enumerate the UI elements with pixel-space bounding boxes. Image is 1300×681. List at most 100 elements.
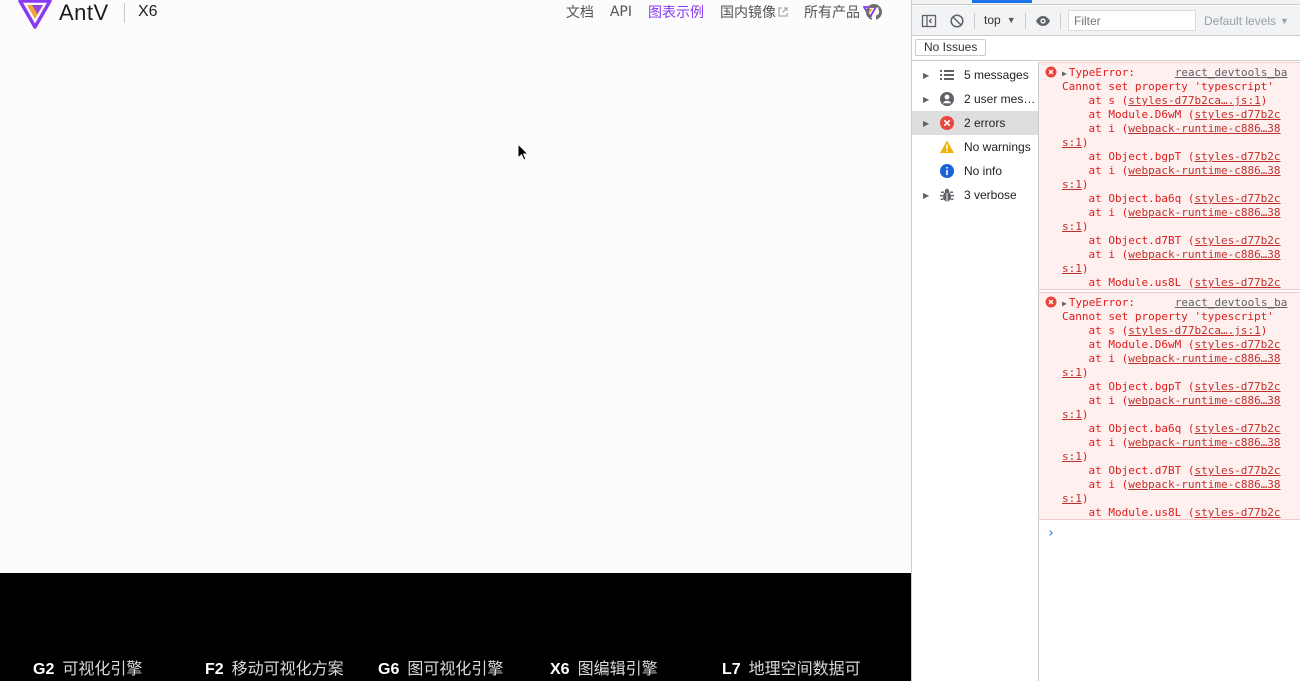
issues-bar: No Issues — [912, 36, 1300, 61]
sidebar-toggle-icon[interactable] — [921, 13, 937, 29]
log-levels-label: Default levels — [1204, 14, 1277, 28]
console-sidebar: ▶ 5 messages ▶ 2 user mes… ▶ 2 errors No… — [912, 62, 1039, 681]
stack-source-link[interactable]: styles-d77b2ca….js:1 — [1128, 324, 1260, 337]
active-tab-indicator — [972, 0, 1032, 3]
footer-label: 图可视化引擎 — [407, 659, 504, 678]
log-levels-dropdown[interactable]: Default levels ▼ — [1204, 14, 1289, 28]
brand-name[interactable]: AntV — [59, 0, 109, 26]
stack-source-link[interactable]: styles-d77b2c — [1194, 338, 1280, 351]
stack-source-link[interactable]: s:1 — [1062, 136, 1082, 149]
stack-trace-line: at i (webpack-runtime-c886…38 — [1062, 478, 1281, 491]
website-page: AntV X6 文档 API 图表示例 国内镜像 所有产品 G2 可视化引擎 F2… — [0, 0, 911, 681]
stack-source-link[interactable]: webpack-runtime-c886…38 — [1128, 164, 1280, 177]
error-message[interactable]: ▶ TypeError: react_devtools_ba Cannot set … — [1039, 292, 1300, 520]
external-link-icon — [778, 7, 788, 17]
error-source-link[interactable]: react_devtools_ba — [1175, 66, 1288, 79]
stack-source-link[interactable]: s:1 — [1062, 408, 1082, 421]
stack-source-link[interactable]: webpack-runtime-c886…38 — [1128, 122, 1280, 135]
nav-api-label: API — [609, 4, 632, 20]
stack-source-link[interactable]: styles-d77b2c — [1194, 192, 1280, 205]
stack-source-link[interactable]: s:1 — [1062, 366, 1082, 379]
sidebar-item-verbose[interactable]: ▶ 3 verbose — [912, 183, 1038, 207]
error-title-line[interactable]: ▶ TypeError: react_devtools_ba — [1062, 296, 1287, 310]
stack-source-link[interactable]: styles-d77b2c — [1194, 506, 1280, 519]
sidebar-item-label: 3 verbose — [964, 188, 1017, 202]
stack-source-link[interactable]: webpack-runtime-c886…38 — [1128, 478, 1280, 491]
sidebar-item-errors[interactable]: ▶ 2 errors — [912, 111, 1038, 135]
sidebar-item-warnings[interactable]: No warnings — [912, 135, 1038, 159]
issues-button[interactable]: No Issues — [915, 39, 987, 56]
stack-source-link[interactable]: s:1 — [1062, 262, 1082, 275]
stack-source-link[interactable]: s:1 — [1062, 178, 1082, 191]
expand-arrow-icon: ▶ — [923, 190, 930, 200]
mouse-cursor-icon — [517, 143, 529, 161]
stack-source-link[interactable]: styles-d77b2c — [1194, 150, 1280, 163]
footer-product-f2[interactable]: F2 移动可视化方案 — [205, 655, 344, 679]
github-icon[interactable] — [866, 4, 882, 20]
nav-mirror[interactable]: 国内镜像 — [720, 2, 788, 22]
user-icon — [940, 92, 954, 106]
stack-trace-line: s:1) — [1062, 220, 1089, 233]
stack-source-link[interactable]: s:1 — [1062, 492, 1082, 505]
eye-icon[interactable] — [1035, 13, 1051, 29]
stack-source-link[interactable]: webpack-runtime-c886…38 — [1128, 394, 1280, 407]
stack-source-link[interactable]: webpack-runtime-c886…38 — [1128, 248, 1280, 261]
clear-console-icon[interactable] — [949, 13, 965, 29]
stack-trace-line: at Module.us8L (styles-d77b2c — [1062, 506, 1281, 519]
stack-source-link[interactable]: styles-d77b2ca….js:1 — [1128, 94, 1260, 107]
toolbar-divider — [1060, 13, 1061, 29]
expand-arrow-icon[interactable]: ▶ — [1062, 297, 1067, 311]
stack-source-link[interactable]: styles-d77b2c — [1194, 380, 1280, 393]
stack-source-link[interactable]: s:1 — [1062, 450, 1082, 463]
context-selector[interactable]: top ▼ — [984, 13, 1016, 27]
footer-code: X6 — [550, 661, 570, 678]
sidebar-item-label: No info — [964, 164, 1003, 178]
bug-icon — [940, 188, 954, 202]
stack-trace-line: at i (webpack-runtime-c886…38 — [1062, 436, 1281, 449]
stack-trace-line: at Object.d7BT (styles-d77b2c — [1062, 464, 1281, 477]
caret-down-icon: ▼ — [1280, 16, 1289, 26]
stack-source-link[interactable]: webpack-runtime-c886…38 — [1128, 206, 1280, 219]
stack-source-link[interactable]: webpack-runtime-c886…38 — [1128, 436, 1280, 449]
stack-source-link[interactable]: styles-d77b2c — [1194, 422, 1280, 435]
footer-product-l7[interactable]: L7 地理空间数据可 — [722, 655, 861, 679]
stack-source-link[interactable]: styles-d77b2c — [1194, 464, 1280, 477]
sidebar-item-info[interactable]: No info — [912, 159, 1038, 183]
footer-product-x6[interactable]: X6 图编辑引擎 — [550, 655, 658, 679]
stack-source-link[interactable]: styles-d77b2c — [1194, 234, 1280, 247]
stack-source-link[interactable]: styles-d77b2c — [1194, 108, 1280, 121]
stack-trace-line: s:1) — [1062, 408, 1089, 421]
stack-source-link[interactable]: s:1 — [1062, 220, 1082, 233]
console-prompt[interactable]: › — [1047, 526, 1055, 541]
sidebar-item-user-messages[interactable]: ▶ 2 user mes… — [912, 87, 1038, 111]
toolbar-divider — [974, 13, 975, 29]
sidebar-item-label: 2 user mes… — [964, 92, 1036, 106]
stack-trace-line: at i (webpack-runtime-c886…38 — [1062, 248, 1281, 261]
footer-product-g2[interactable]: G2 可视化引擎 — [33, 655, 142, 679]
caret-down-icon: ▼ — [1006, 15, 1016, 25]
stack-source-link[interactable]: webpack-runtime-c886…38 — [1128, 352, 1280, 365]
error-title-line[interactable]: ▶ TypeError: react_devtools_ba — [1062, 66, 1287, 80]
footer-code: L7 — [722, 661, 741, 678]
stack-trace-line: at Object.ba6q (styles-d77b2c — [1062, 422, 1281, 435]
stack-trace-line: at i (webpack-runtime-c886…38 — [1062, 206, 1281, 219]
stack-trace-line: at i (webpack-runtime-c886…38 — [1062, 352, 1281, 365]
site-footer: G2 可视化引擎 F2 移动可视化方案 G6 图可视化引擎 X6 图编辑引擎 L7 地理空… — [0, 573, 911, 681]
warning-icon — [940, 140, 954, 153]
footer-product-g6[interactable]: G6 图可视化引擎 — [378, 655, 503, 679]
toolbar-divider — [1025, 13, 1026, 29]
stack-source-link[interactable]: styles-d77b2c — [1194, 276, 1280, 289]
product-name[interactable]: X6 — [138, 3, 158, 21]
error-source-link[interactable]: react_devtools_ba — [1175, 296, 1288, 309]
nav-docs[interactable]: 文档 — [566, 2, 594, 22]
sidebar-item-messages[interactable]: ▶ 5 messages — [912, 63, 1038, 87]
antv-logo-icon[interactable] — [18, 0, 52, 29]
stack-trace-line: at Object.bgpT (styles-d77b2c — [1062, 150, 1281, 163]
error-title: TypeError: — [1068, 66, 1136, 79]
nav-api[interactable]: API — [610, 4, 632, 20]
nav-examples[interactable]: 图表示例 — [648, 2, 704, 22]
expand-arrow-icon[interactable]: ▶ — [1062, 67, 1067, 81]
filter-input[interactable] — [1068, 10, 1196, 31]
error-message[interactable]: ▶ TypeError: react_devtools_ba Cannot set … — [1039, 62, 1300, 290]
brand-divider — [124, 3, 125, 23]
